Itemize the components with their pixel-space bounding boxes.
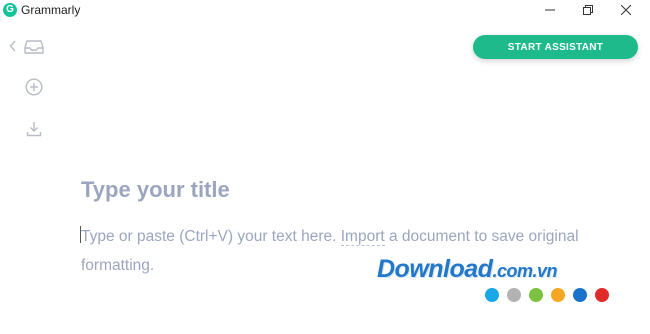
- watermark-domain: .com.vn: [492, 261, 557, 281]
- watermark-dot: [485, 288, 499, 302]
- close-icon: [621, 5, 631, 15]
- import-link[interactable]: Import: [340, 228, 385, 246]
- watermark-brand: Download: [377, 255, 493, 283]
- watermark-dot: [573, 288, 587, 302]
- document-title-input[interactable]: Type your title: [81, 177, 230, 203]
- plus-circle-icon: [25, 78, 43, 96]
- new-document-button[interactable]: [23, 76, 45, 98]
- restore-button[interactable]: [568, 0, 608, 20]
- restore-icon: [583, 5, 593, 15]
- logo-letter: G: [6, 4, 14, 15]
- documents-button[interactable]: [23, 36, 45, 58]
- minimize-icon: [545, 9, 555, 11]
- minimize-button[interactable]: [530, 0, 570, 20]
- download-watermark-logo: Download.com.vn: [377, 255, 557, 284]
- watermark-dot: [529, 288, 543, 302]
- start-assistant-button[interactable]: START ASSISTANT: [473, 35, 638, 59]
- download-button[interactable]: [23, 118, 45, 140]
- watermark-dot: [595, 288, 609, 302]
- window-title: Grammarly: [21, 3, 81, 17]
- back-button[interactable]: [6, 38, 20, 54]
- close-button[interactable]: [606, 0, 646, 20]
- chevron-left-icon: [9, 40, 16, 52]
- grammarly-logo-icon: G: [3, 3, 17, 17]
- inbox-icon: [24, 40, 44, 54]
- watermark-dot: [551, 288, 565, 302]
- watermark-dot: [507, 288, 521, 302]
- download-icon: [26, 122, 42, 137]
- body-placeholder-text: Type or paste (Ctrl+V) your text here.: [81, 228, 341, 245]
- title-bar: G Grammarly: [0, 0, 650, 22]
